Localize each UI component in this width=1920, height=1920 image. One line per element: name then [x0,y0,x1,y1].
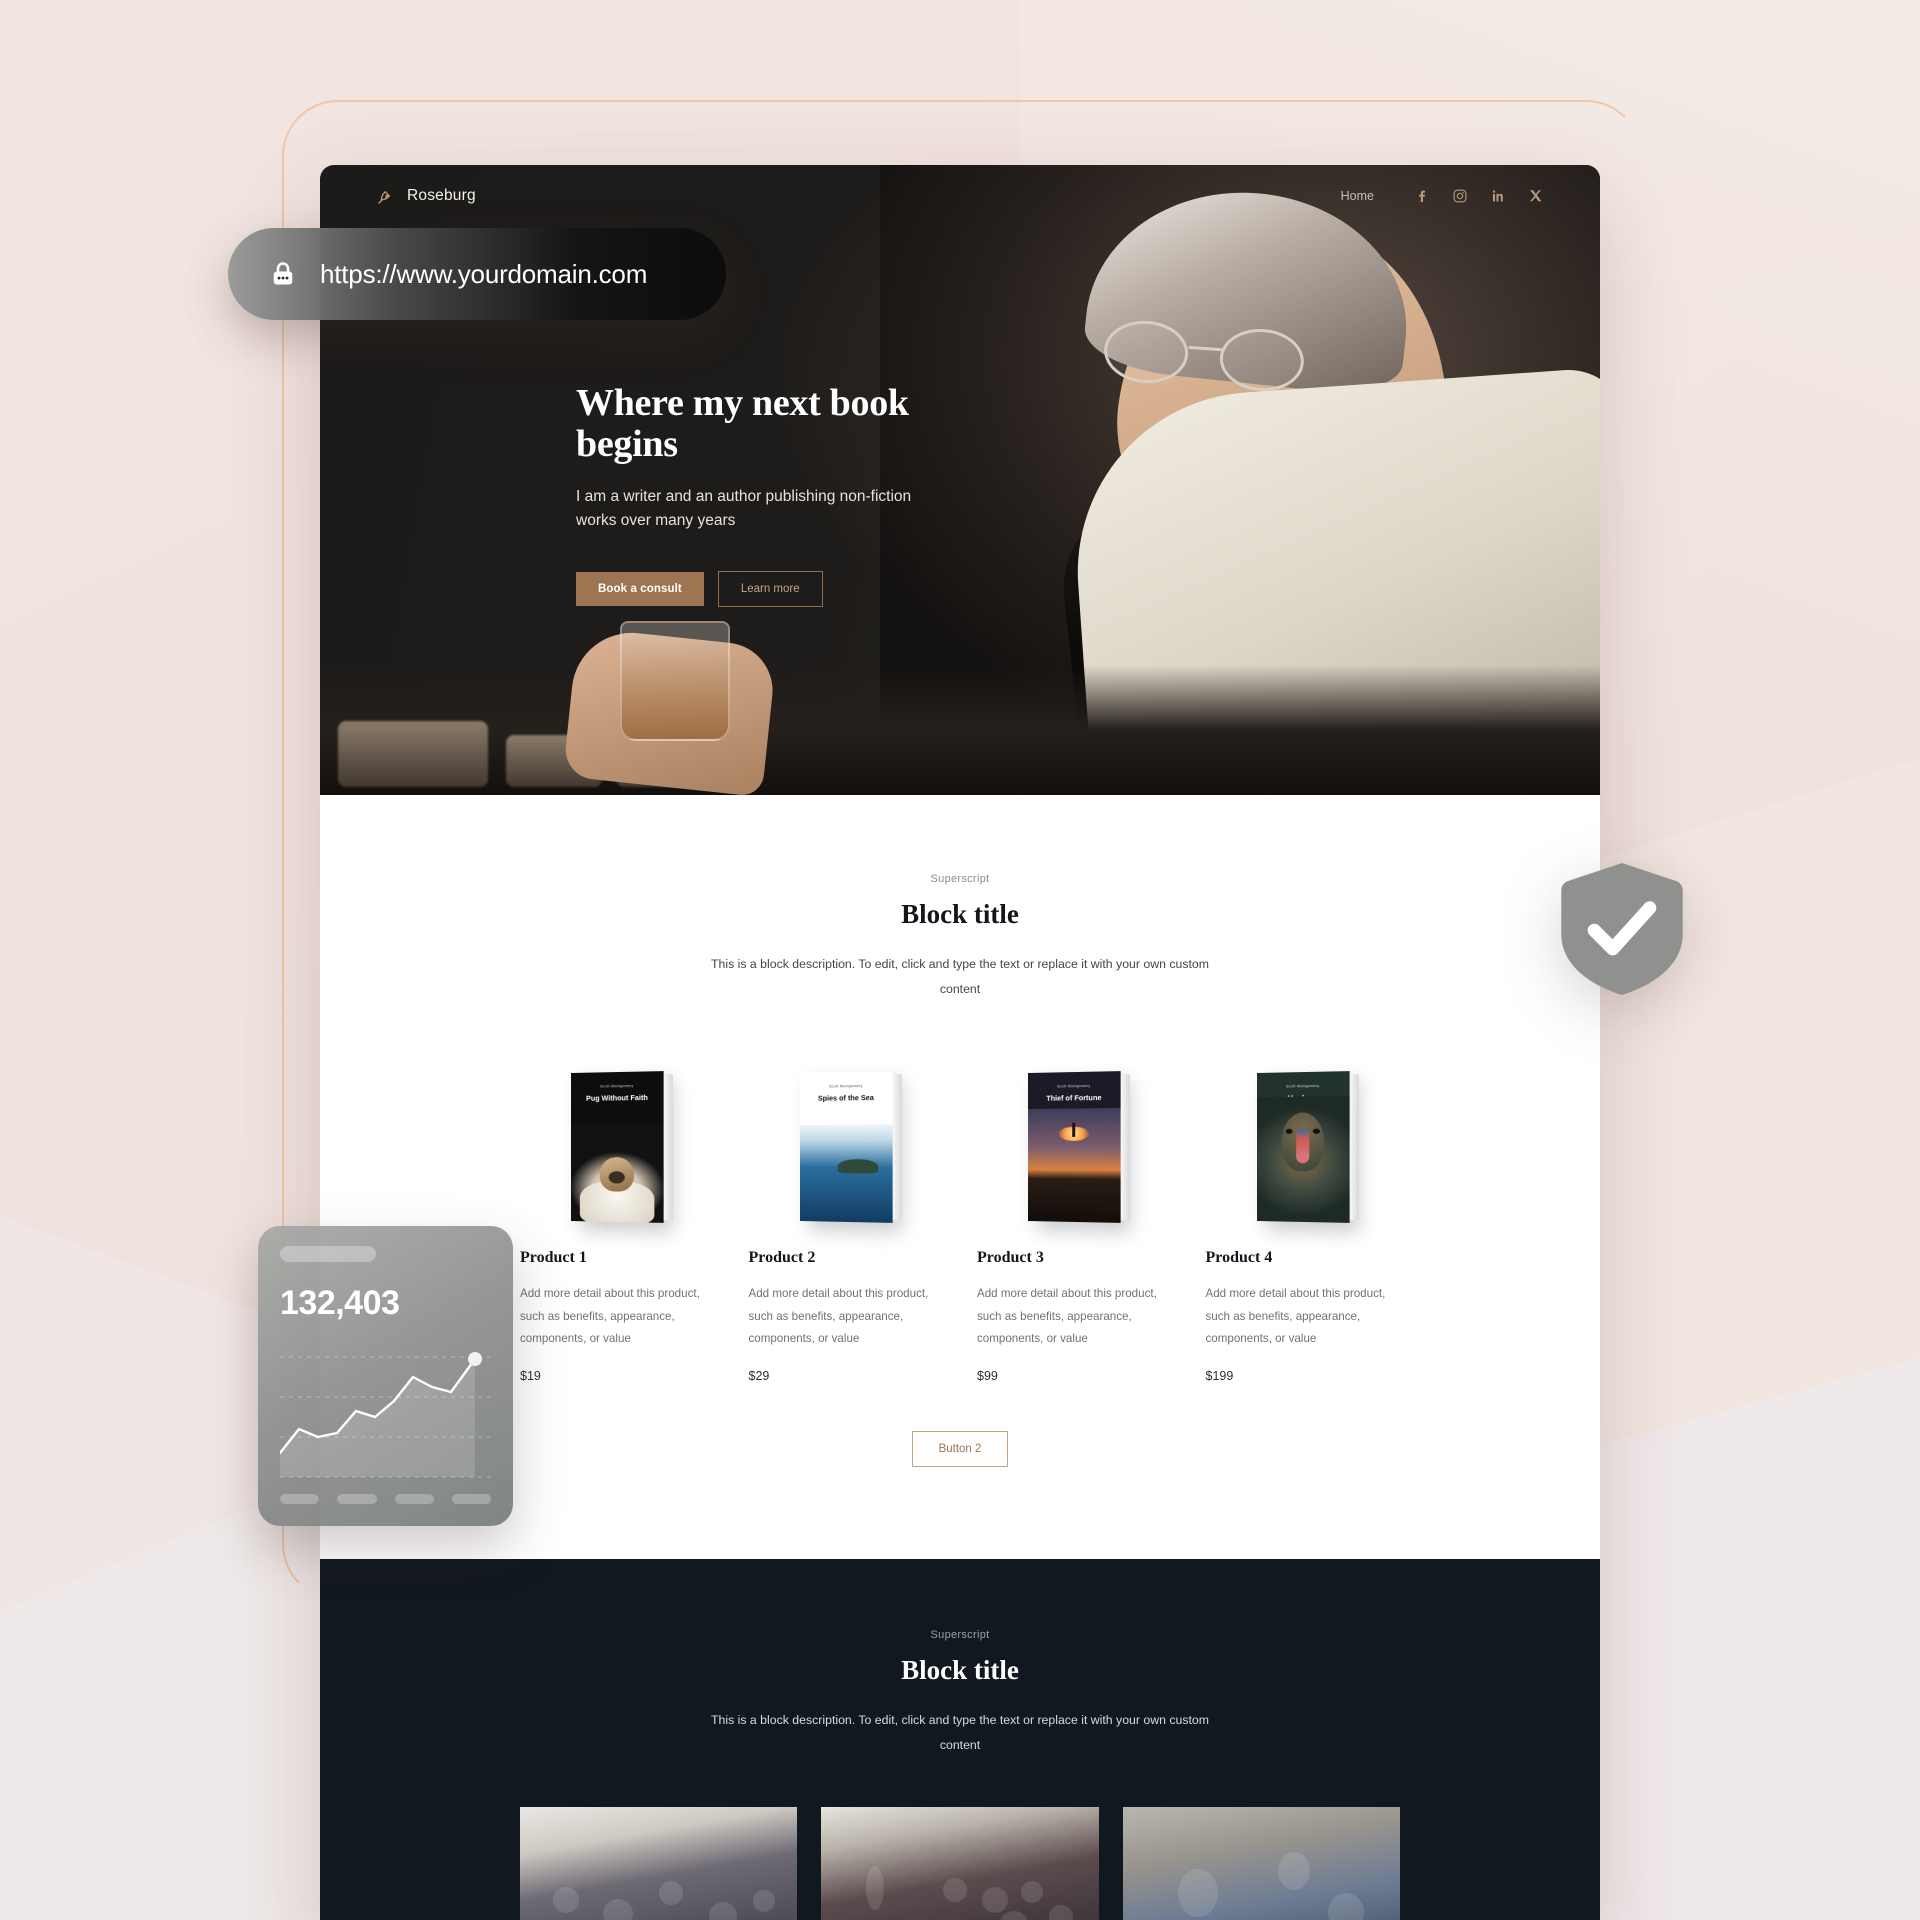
facebook-icon[interactable] [1414,188,1430,204]
verified-shield-badge [1561,863,1683,995]
url-bar-overlay[interactable]: https://www.yourdomain.com [228,228,726,320]
events-grid: Author name Author name [320,1807,1600,1920]
stats-card-overlay: 132,403 [258,1226,513,1526]
products-block-title: Block title [901,899,1019,929]
product-price: $99 [977,1368,998,1383]
instagram-icon[interactable] [1452,188,1468,204]
product-description: Add more detail about this product, such… [1205,1287,1386,1346]
hero-copy: Where my next book begins I am a writer … [576,382,996,608]
stats-footer-bars [280,1494,491,1504]
x-twitter-icon[interactable] [1528,188,1544,204]
hero-subtitle: I am a writer and an author publishing n… [576,488,912,530]
book-cover-1: Scott Montgomery Pug Without Faith [520,1053,715,1224]
book-cover-4: Scott Montgomery Monkeys [1206,1053,1401,1224]
book-cover-3: Scott Montgomery Thief of Fortune [977,1053,1172,1224]
events-section: Superscript Block title This is a block … [320,1558,1600,1920]
url-text: https://www.yourdomain.com [320,258,648,289]
product-description: Add more detail about this product, such… [977,1287,1157,1346]
product-description: Add more detail about this product, such… [748,1287,929,1346]
social-links [1414,188,1544,204]
hero-desk-foreground [320,665,1600,795]
lock-icon [273,262,293,285]
brand-name: Roseburg [407,187,476,204]
brand-logo[interactable]: Roseburg [376,186,476,206]
product-name: Product 1 [520,1249,587,1267]
events-block-description: This is a block description. To edit, cl… [710,1712,1210,1752]
pen-nib-icon [378,190,391,204]
book-author: Scott Montgomery [828,1084,863,1089]
website-preview-frame: Roseburg Home Where my next book begins … [320,165,1600,1920]
book-title: Thief of Fortune [1046,1093,1102,1103]
button-2[interactable]: Button 2 [911,1430,1009,1467]
product-price: $199 [1205,1368,1234,1383]
stats-value: 132,403 [280,1284,400,1322]
stats-placeholder-bar [280,1246,376,1262]
book-title: Pug Without Faith [586,1093,649,1104]
product-name: Product 2 [748,1249,816,1267]
products-block-description: This is a block description. To edit, cl… [710,957,1210,996]
product-description: Add more detail about this product, such… [520,1287,700,1346]
event-image-audience [520,1807,798,1920]
event-card[interactable]: Author name [1122,1807,1400,1920]
events-block-title: Block title [901,1654,1019,1685]
event-card[interactable]: Author name [821,1807,1099,1920]
book-title: Spies of the Sea [817,1093,874,1103]
products-superscript: Superscript [930,873,990,885]
events-block-header: Superscript Block title This is a block … [320,1629,1600,1757]
event-image-students [1122,1807,1400,1920]
hero-button-group: Book a consult Learn more [576,571,996,608]
product-price: $19 [520,1368,541,1383]
learn-more-button[interactable]: Learn more [717,571,823,608]
products-block-header: Superscript Block title This is a block … [320,873,1600,1001]
product-name: Product 3 [977,1249,1044,1267]
book-author: Scott Montgomery [1057,1084,1091,1089]
product-card[interactable]: Scott Montgomery Pug Without Faith Produ… [520,1053,715,1383]
nav-link-home[interactable]: Home [1341,189,1374,203]
events-superscript: Superscript [930,1628,990,1641]
nav-right-group: Home [1341,188,1544,204]
event-card[interactable]: Author name [520,1807,798,1920]
hero-title: Where my next book begins [576,382,909,466]
site-navigation: Roseburg Home [320,165,1600,227]
book-author: Scott Montgomery [1285,1084,1320,1089]
book-author: Scott Montgomery [600,1084,634,1089]
event-image-speaker [821,1807,1099,1920]
product-card[interactable]: Scott Montgomery Monkeys Product 4 Add m… [1206,1053,1401,1383]
book-a-consult-button[interactable]: Book a consult [576,572,704,607]
product-card[interactable]: Scott Montgomery Thief of Fortune Produc… [977,1053,1172,1383]
hero-glass [620,621,730,741]
book-cover-2: Scott Montgomery Spies of the Sea [749,1053,944,1224]
product-price: $29 [748,1368,770,1383]
stats-line-chart [278,1345,491,1485]
product-card[interactable]: Scott Montgomery Spies of the Sea Produc… [749,1053,944,1383]
product-name: Product 4 [1205,1249,1273,1267]
linkedin-icon[interactable] [1490,188,1506,204]
